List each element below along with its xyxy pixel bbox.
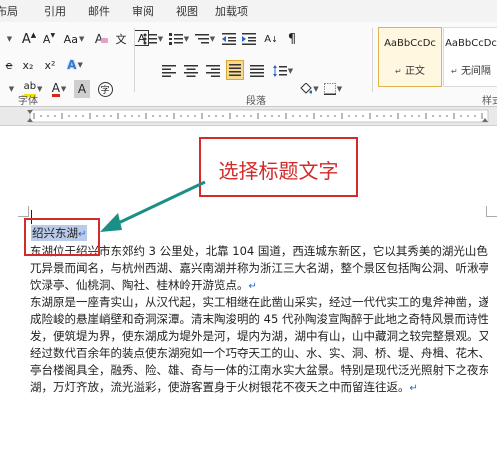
annotation-arrow-icon — [100, 180, 206, 232]
